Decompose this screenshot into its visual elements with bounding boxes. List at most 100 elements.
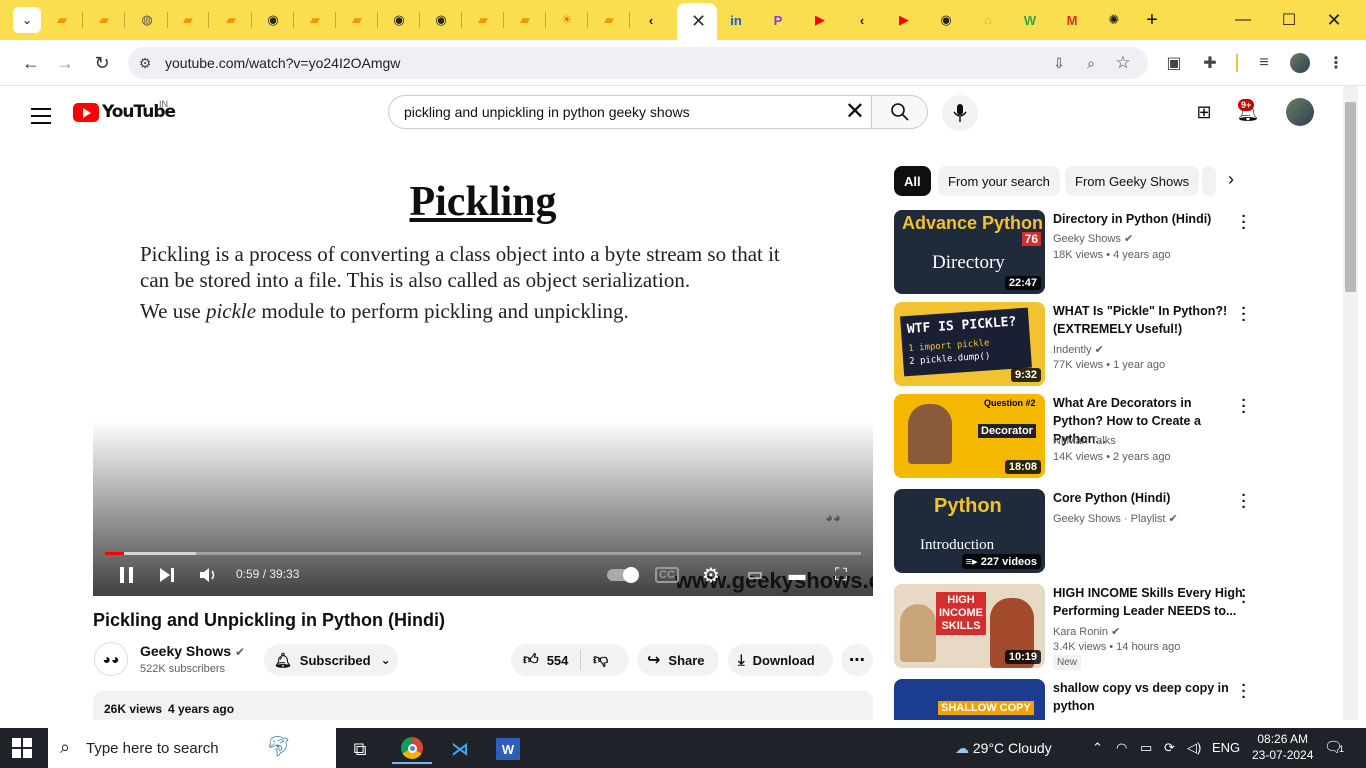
chrome-taskbar-icon[interactable]: [392, 734, 432, 764]
download-button[interactable]: ⤓ Download: [728, 644, 833, 676]
account-avatar[interactable]: [1286, 98, 1314, 126]
tab-groups-icon[interactable]: ▣: [1160, 49, 1188, 77]
subscribed-button[interactable]: 🔔︎ Subscribed ⌄: [264, 644, 398, 676]
browser-tab[interactable]: ▰: [49, 6, 75, 34]
language-indicator[interactable]: ENG: [1212, 740, 1240, 755]
close-window-button[interactable]: ✕: [1312, 4, 1356, 36]
browser-tab[interactable]: ▰: [470, 6, 496, 34]
search-box[interactable]: pickling and unpickling in python geeky …: [388, 95, 872, 129]
rec-title[interactable]: Directory in Python (Hindi): [1053, 210, 1243, 228]
captions-button[interactable]: CC: [653, 561, 681, 589]
chips-next-icon[interactable]: ›: [1228, 169, 1234, 190]
fullscreen-icon[interactable]: ⛶: [827, 561, 855, 589]
channel-name-text[interactable]: Geeky Shows: [140, 643, 231, 659]
rec-thumbnail[interactable]: Python Introduction ≡▸ 227 videos: [894, 489, 1045, 573]
browser-tab[interactable]: W: [1017, 6, 1043, 34]
rec-more-icon[interactable]: · · ·: [1238, 393, 1250, 420]
rec-more-icon[interactable]: · · ·: [1238, 678, 1250, 705]
install-app-icon[interactable]: ⇩: [1048, 52, 1070, 74]
profile-avatar[interactable]: [1286, 49, 1314, 77]
hamburger-menu-icon[interactable]: [31, 103, 51, 124]
rec-thumbnail[interactable]: WTF IS PICKLE? 1 import pickle 2 pickle.…: [894, 302, 1045, 386]
chip-partial[interactable]: [1202, 166, 1216, 196]
dislike-button[interactable]: 👎︎: [581, 651, 608, 669]
minimize-button[interactable]: —: [1221, 4, 1265, 36]
bookmark-star-icon[interactable]: ☆: [1112, 52, 1134, 74]
browser-tab[interactable]: ▰: [175, 6, 201, 34]
site-info-icon[interactable]: ⚙: [134, 52, 156, 74]
browser-tab[interactable]: ◍: [134, 6, 160, 34]
pause-button[interactable]: [113, 561, 141, 589]
like-button[interactable]: 👍︎ 554: [511, 650, 581, 670]
recommendation-item[interactable]: HIGH INCOME SKILLS 10:19 HIGH INCOME Ski…: [894, 583, 1314, 670]
rec-channel[interactable]: Geeky Shows ✔: [1053, 232, 1133, 245]
channel-watermark-icon[interactable]: ◕◕: [825, 510, 861, 530]
wifi-icon[interactable]: ◠: [1116, 740, 1127, 756]
maximize-button[interactable]: ☐: [1267, 4, 1311, 36]
miniplayer-icon[interactable]: ▭: [741, 561, 769, 589]
rec-thumbnail[interactable]: SHALLOW COPY: [894, 679, 1045, 720]
taskbar-search-input[interactable]: Type here to search: [86, 740, 219, 757]
create-video-icon[interactable]: ⊞: [1190, 98, 1218, 126]
rec-thumbnail[interactable]: Advance Python 76 Directory 22:47: [894, 210, 1045, 294]
tab-active[interactable]: ✕: [677, 3, 717, 40]
theater-mode-icon[interactable]: ▬: [783, 561, 811, 589]
vscode-taskbar-icon[interactable]: ⋊: [440, 734, 480, 764]
tray-chevron-icon[interactable]: ⌃: [1092, 740, 1103, 756]
browser-tab[interactable]: ▰: [218, 6, 244, 34]
page-scrollbar[interactable]: [1343, 86, 1358, 720]
media-control-icon[interactable]: ≡: [1250, 49, 1278, 77]
rec-title[interactable]: Core Python (Hindi): [1053, 489, 1243, 507]
rec-title[interactable]: HIGH INCOME Skills Every High Performing…: [1053, 584, 1243, 620]
search-input[interactable]: pickling and unpickling in python geeky …: [404, 104, 690, 120]
omnibox[interactable]: ⚙ youtube.com/watch?v=yo24I2OAmgw ⇩ ⌕ ☆: [128, 47, 1148, 79]
rec-channel-name[interactable]: Kara Ronin: [1053, 626, 1108, 638]
browser-tab[interactable]: ▰: [344, 6, 370, 34]
extensions-icon[interactable]: ✚: [1196, 49, 1224, 77]
clear-search-icon[interactable]: ✕: [845, 98, 865, 126]
recommendation-item[interactable]: Advance Python 76 Directory 22:47 Direct…: [894, 209, 1314, 296]
rec-more-icon[interactable]: · · ·: [1238, 301, 1250, 328]
rec-more-icon[interactable]: · · ·: [1238, 209, 1250, 236]
progress-bar[interactable]: [105, 552, 861, 555]
channel-avatar[interactable]: ◕◕: [94, 642, 128, 676]
browser-tab[interactable]: ◉: [260, 6, 286, 34]
recommendation-item[interactable]: Question #2 Decorator 18:08 What Are Dec…: [894, 393, 1314, 480]
scrollbar-thumb[interactable]: [1345, 102, 1356, 292]
rec-thumbnail[interactable]: Question #2 Decorator 18:08: [894, 394, 1045, 478]
notification-center-icon[interactable]: 🗨︎1: [1324, 738, 1344, 756]
autoplay-toggle[interactable]: [605, 561, 639, 589]
browser-tab[interactable]: P: [765, 6, 791, 34]
rec-title[interactable]: WHAT Is "Pickle" In Python?! (EXTREMELY …: [1053, 302, 1243, 338]
share-button[interactable]: ↪ Share: [637, 644, 719, 676]
taskbar-search-box[interactable]: ⌕ Type here to search 🐬︎: [48, 728, 336, 768]
youtube-logo[interactable]: YouTube IN: [73, 99, 176, 122]
browser-tab[interactable]: ▶: [891, 6, 917, 34]
description-box[interactable]: 26K views 4 years ago: [93, 691, 873, 720]
browser-tab[interactable]: ‹: [638, 6, 664, 34]
browser-tab[interactable]: ◉: [933, 6, 959, 34]
rec-more-icon[interactable]: · · ·: [1238, 488, 1250, 515]
chip-all[interactable]: All: [894, 166, 931, 196]
video-player[interactable]: Pickling Pickling is a process of conver…: [93, 156, 873, 596]
tab-search-button[interactable]: ⌄: [13, 7, 41, 33]
browser-tab[interactable]: ◌: [975, 6, 1001, 34]
browser-tab[interactable]: ▰: [596, 6, 622, 34]
rec-channel[interactable]: Indently ✔: [1053, 343, 1104, 356]
forward-button[interactable]: →: [50, 48, 80, 78]
rec-thumbnail[interactable]: HIGH INCOME SKILLS 10:19: [894, 584, 1045, 668]
browser-tab[interactable]: ✺: [1101, 6, 1127, 34]
voice-search-button[interactable]: [942, 95, 978, 131]
rec-channel-name[interactable]: Geeky Shows: [1053, 233, 1121, 245]
chip-from-geeky-shows[interactable]: From Geeky Shows: [1065, 166, 1200, 196]
url-text[interactable]: youtube.com/watch?v=yo24I2OAmgw: [165, 55, 400, 71]
weather-widget[interactable]: ☁ 29°C Cloudy: [955, 740, 1052, 757]
browser-tab[interactable]: in: [723, 6, 749, 34]
windows-start-icon[interactable]: [12, 738, 32, 758]
more-actions-button[interactable]: ⋯: [841, 644, 873, 676]
next-button[interactable]: [153, 561, 181, 589]
rec-channel[interactable]: Kara Ronin ✔: [1053, 625, 1120, 638]
rec-channel[interactable]: Geeky Shows · Playlist ✔: [1053, 512, 1178, 525]
battery-icon[interactable]: ▭: [1140, 740, 1152, 756]
speaker-icon[interactable]: ◁): [1187, 740, 1201, 756]
